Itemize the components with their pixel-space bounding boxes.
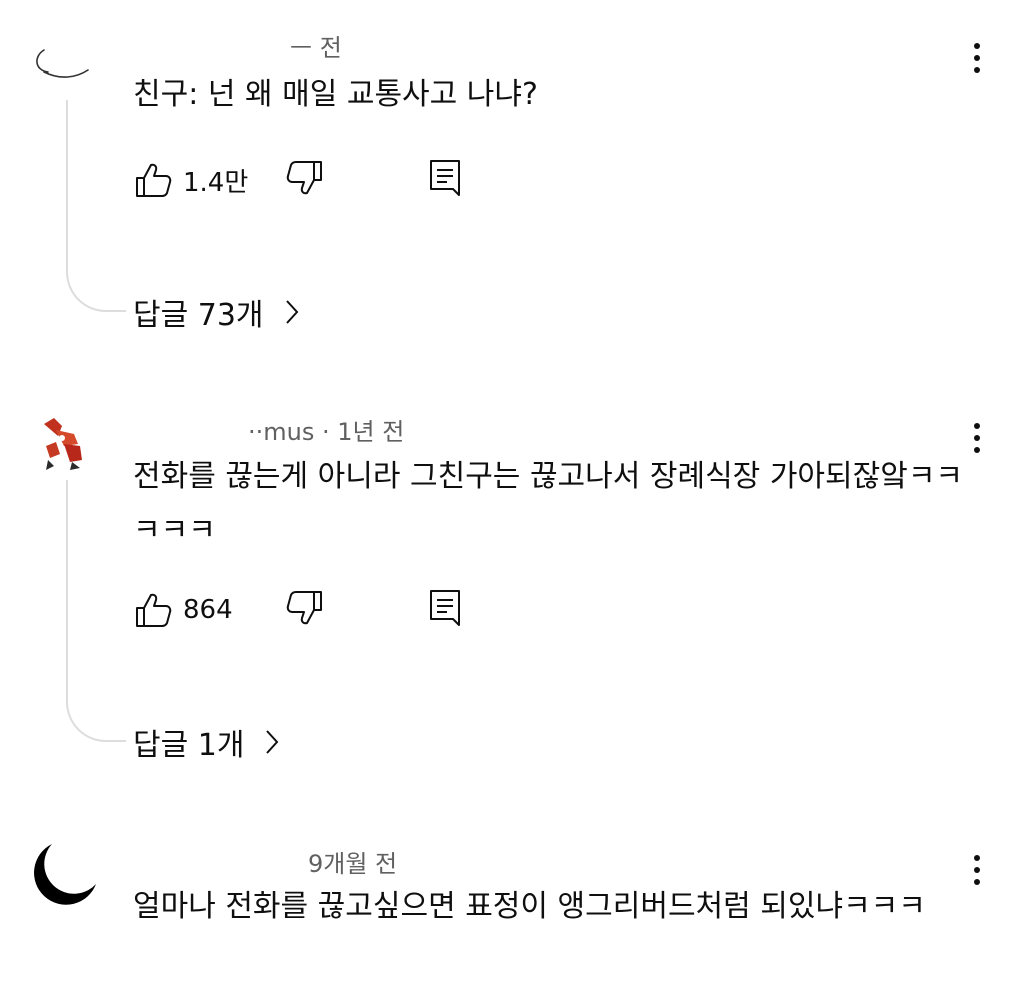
like-count: 864	[183, 595, 233, 625]
comment-meta: ··mus · 1년 전	[248, 418, 405, 446]
dislike-button[interactable]	[285, 158, 325, 202]
comment-reply-icon	[430, 160, 460, 196]
view-replies-link[interactable]: 답글 73개	[133, 290, 300, 334]
like-count: 1.4만	[183, 167, 249, 198]
comment-text: 친구: 넌 왜 매일 교통사고 나냐?	[133, 77, 538, 112]
comment-text: 전화를 끊는게 아니라 그친구는 끊고나서 장례식장 가아되잖앜ㅋㅋㅋㅋㅋ	[133, 459, 964, 548]
reply-thread-line	[66, 480, 126, 742]
comment-meta: ㅡ 전	[290, 34, 342, 62]
view-replies-link[interactable]: 답글 1개	[133, 720, 280, 764]
replies-count-label: 답글 73개	[133, 298, 264, 333]
comment-meta: 9개월 전	[308, 850, 398, 878]
like-button[interactable]: 1.4만	[133, 160, 273, 200]
commenter-avatar[interactable]	[30, 840, 100, 910]
thumbs-down-icon	[286, 161, 322, 195]
comment-text: 얼마나 전화를 끊고싶으면 표정이 앵그리버드처럼 되있냐ㅋㅋㅋ	[133, 889, 926, 924]
reply-button[interactable]	[425, 587, 465, 633]
thumbs-up-icon	[136, 163, 172, 197]
dislike-button[interactable]	[285, 588, 325, 632]
comment-actions: 864	[133, 588, 465, 632]
chevron-right-icon	[285, 300, 298, 324]
replies-count-label: 답글 1개	[133, 728, 245, 763]
chevron-right-icon	[266, 730, 279, 754]
commenter-avatar[interactable]	[34, 410, 104, 480]
thumbs-up-icon	[136, 593, 172, 627]
comment-reply-icon	[430, 590, 460, 626]
reply-thread-line	[66, 100, 126, 312]
thumbs-down-icon	[286, 591, 322, 625]
like-button[interactable]: 864	[133, 590, 273, 630]
commenter-avatar[interactable]	[30, 30, 100, 100]
reply-button[interactable]	[425, 157, 465, 203]
comment-actions: 1.4만	[133, 158, 465, 202]
